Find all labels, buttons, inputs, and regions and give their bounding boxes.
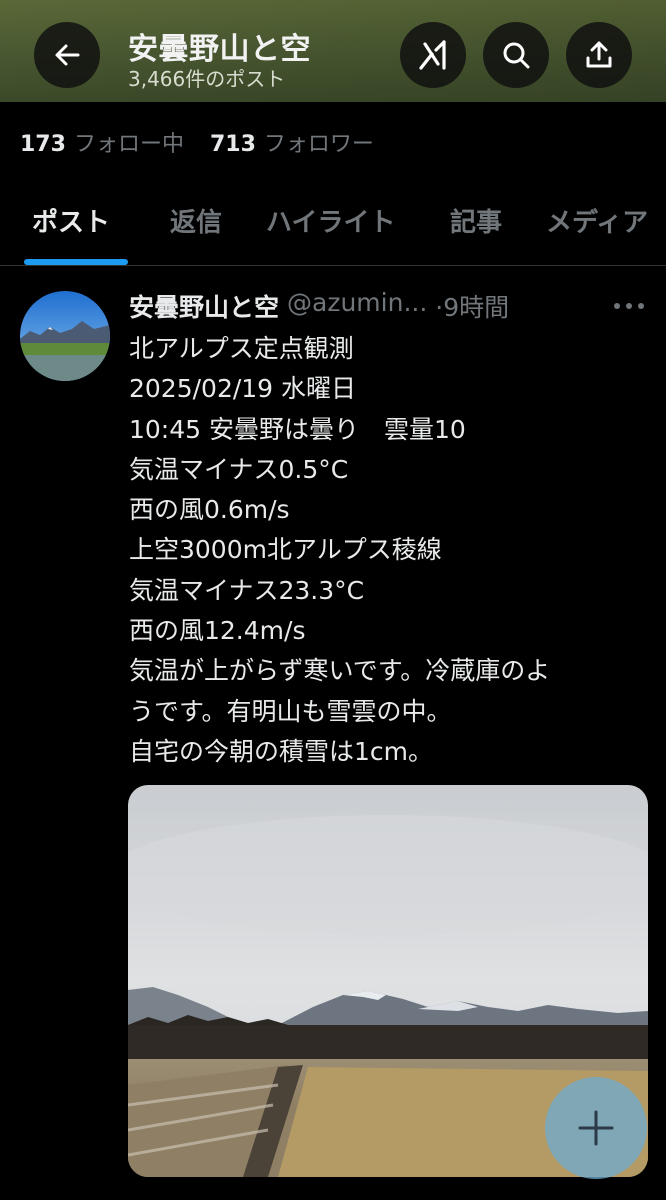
post-line: 自宅の今朝の積雪は1cm。 bbox=[129, 736, 434, 766]
tab-replies[interactable]: 返信 bbox=[170, 202, 222, 239]
tab-posts[interactable]: ポスト bbox=[32, 202, 110, 239]
avatar[interactable] bbox=[20, 291, 110, 381]
post-line: 2025/02/19 水曜日 bbox=[129, 374, 357, 404]
grok-button[interactable] bbox=[400, 22, 466, 88]
following-label: フォロー中 bbox=[73, 132, 184, 157]
post-line: 西の風12.4m/s bbox=[129, 616, 306, 646]
post-line: うです。有明山も雪雲の中。 bbox=[129, 696, 452, 726]
tab-media[interactable]: メディア bbox=[546, 202, 648, 239]
post-handle[interactable]: @azumin... bbox=[287, 288, 427, 324]
profile-tabs: ポスト 返信 ハイライト 記事 メディア bbox=[0, 186, 666, 266]
followers-label: フォロワー bbox=[263, 132, 374, 157]
header-title: 安曇野山と空 bbox=[128, 32, 311, 67]
tab-articles[interactable]: 記事 bbox=[450, 202, 502, 239]
more-options-button[interactable] bbox=[612, 294, 646, 318]
post-count: 3,466件のポスト bbox=[128, 67, 286, 91]
post-text: 北アルプス定点観測 2025/02/19 水曜日 10:45 安曇野は曇り 雲量… bbox=[129, 329, 649, 772]
post-line: 北アルプス定点観測 bbox=[129, 334, 354, 363]
follow-stats: 173 フォロー中 713 フォロワー bbox=[20, 126, 374, 158]
post-line: 気温マイナス0.5°C bbox=[129, 454, 349, 484]
post-line: 西の風0.6m/s bbox=[129, 495, 290, 525]
post-time: ·9時間 bbox=[435, 293, 510, 322]
grok-icon bbox=[419, 40, 446, 70]
post-line: 気温が上がらず寒いです。冷蔵庫のよ bbox=[129, 656, 551, 686]
more-dots-icon bbox=[614, 303, 644, 309]
following-link[interactable]: 173 フォロー中 bbox=[20, 126, 184, 158]
post-line: 10:45 安曇野は曇り 雲量10 bbox=[129, 414, 466, 444]
active-tab-indicator bbox=[24, 259, 128, 265]
post-author-name[interactable]: 安曇野山と空 bbox=[129, 288, 279, 324]
back-button[interactable] bbox=[34, 22, 100, 88]
share-icon bbox=[586, 41, 612, 68]
plus-icon bbox=[578, 1110, 614, 1146]
search-button[interactable] bbox=[483, 22, 549, 88]
followers-count: 713 bbox=[209, 132, 256, 157]
search-icon bbox=[503, 42, 530, 69]
tab-highlights[interactable]: ハイライト bbox=[266, 202, 395, 239]
post-line: 気温マイナス23.3°C bbox=[129, 575, 365, 605]
back-arrow-icon bbox=[55, 44, 80, 66]
share-button[interactable] bbox=[566, 22, 632, 88]
post-line: 上空3000m北アルプス稜線 bbox=[129, 535, 442, 565]
post-header: 安曇野山と空 @azumin... ·9時間 bbox=[129, 288, 509, 324]
followers-link[interactable]: 713 フォロワー bbox=[210, 126, 374, 158]
following-count: 173 bbox=[20, 132, 66, 157]
compose-button[interactable] bbox=[545, 1077, 647, 1179]
